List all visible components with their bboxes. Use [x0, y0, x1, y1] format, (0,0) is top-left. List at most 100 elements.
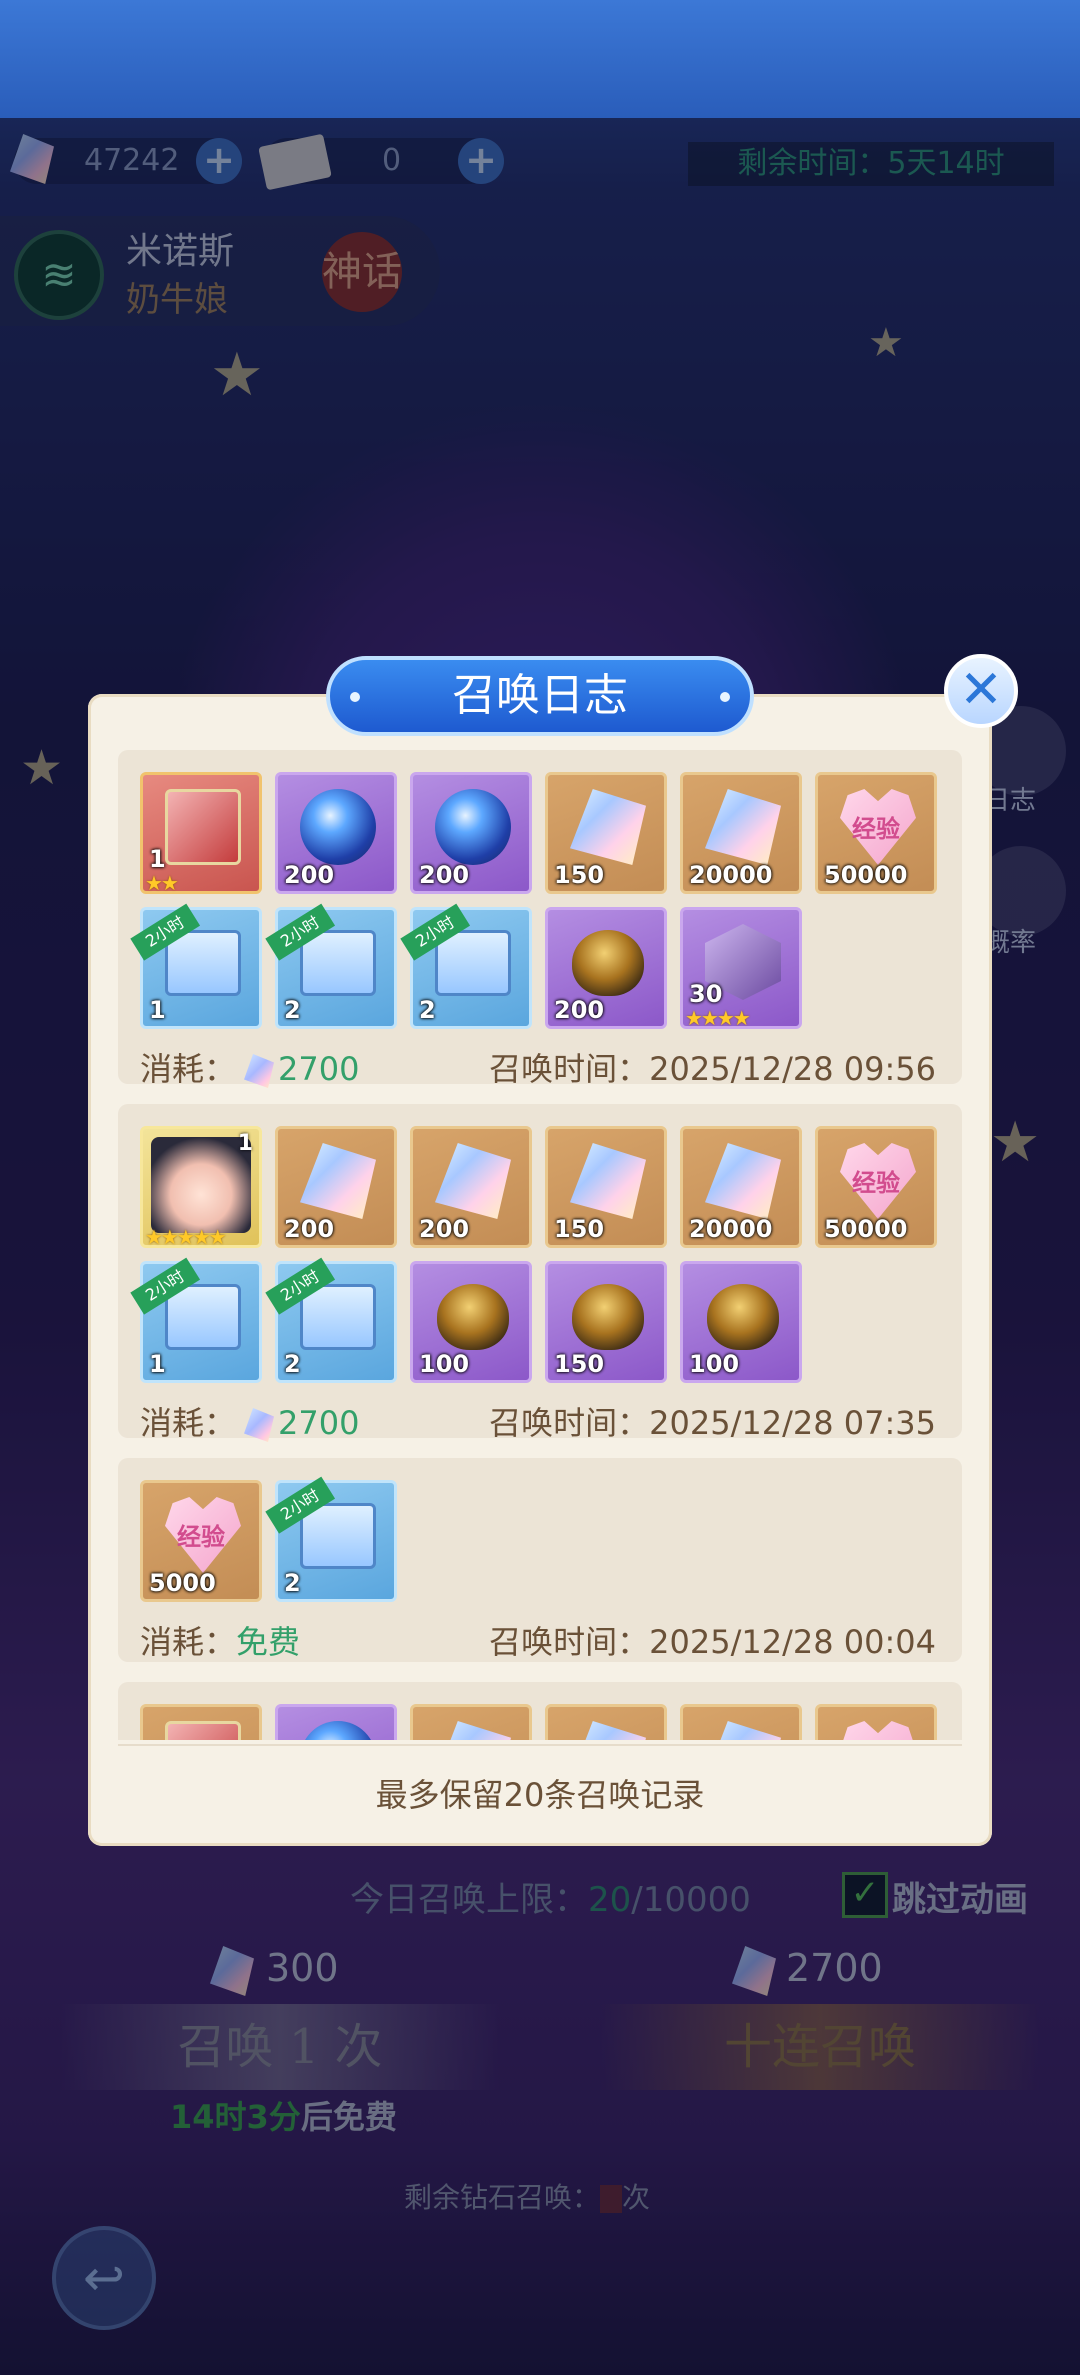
item-quantity: 200	[284, 1215, 335, 1243]
reward-item[interactable]: 2小时 1	[130, 1257, 262, 1383]
close-button[interactable]: ✕	[944, 654, 1018, 728]
reward-item[interactable]: 200	[410, 772, 532, 894]
item-quantity: 1	[149, 996, 166, 1024]
reward-item[interactable]: 2小时 2	[265, 903, 397, 1029]
summon-record: 1 ★★★★★ 200 200 150 20000 经验 50000 2小时 1 2小时 2 100 15…	[118, 1104, 962, 1442]
egg-icon	[707, 1284, 779, 1350]
reward-item[interactable]: 经验 50000	[815, 772, 937, 894]
reward-item[interactable]: 1 ★★★★★	[140, 1126, 262, 1249]
crystal-icon	[705, 789, 781, 865]
reward-item[interactable]: 200	[410, 1126, 532, 1248]
cost-value: 2700	[278, 1050, 360, 1088]
item-quantity: 20000	[689, 1215, 773, 1243]
diamond-icon	[244, 1408, 275, 1442]
reward-item[interactable]: 经验 5000	[140, 1480, 262, 1602]
star-rating: ★★★★	[685, 1006, 751, 1030]
modal-title-bar: 召唤日志	[326, 656, 754, 736]
exp-label: 经验	[852, 815, 900, 843]
item-quantity: 200	[284, 861, 335, 889]
diamond-icon	[244, 1054, 275, 1088]
title-ornament	[720, 692, 730, 702]
crystal-icon	[705, 1721, 781, 1740]
reward-item[interactable]: 100	[680, 1261, 802, 1383]
box-icon	[165, 789, 241, 865]
hero-count: 1	[237, 1131, 253, 1156]
crystal-icon	[300, 1143, 376, 1219]
item-quantity: 2	[284, 996, 301, 1024]
reward-item[interactable]: 200	[275, 1126, 397, 1248]
cost-label: 消耗：	[140, 1623, 237, 1661]
item-quantity: 150	[554, 1215, 605, 1243]
reward-item[interactable]: 2小时 2	[265, 1476, 397, 1602]
item-quantity: 200	[419, 861, 470, 889]
time-label: 召唤时间：	[489, 1404, 650, 1442]
reward-item[interactable]: 2小时 1	[130, 903, 262, 1029]
reward-item[interactable]	[815, 1704, 937, 1740]
reward-item[interactable]: 20000	[680, 1126, 802, 1248]
record-time: 召唤时间：2025/12/28 07:35	[489, 1398, 936, 1444]
item-quantity: 150	[554, 1350, 605, 1378]
modal-divider	[118, 1744, 962, 1746]
crystal-icon	[570, 1721, 646, 1740]
item-quantity: 1	[149, 845, 166, 873]
reward-item[interactable]	[410, 1704, 532, 1740]
time-value: 2025/12/28 00:04	[649, 1623, 936, 1661]
reward-item[interactable]: 经验 50000	[815, 1126, 937, 1248]
item-quantity: 150	[554, 861, 605, 889]
item-quantity: 100	[689, 1350, 740, 1378]
orb-icon	[300, 789, 376, 865]
time-label: 召唤时间：	[489, 1623, 650, 1661]
item-quantity: 30	[689, 980, 723, 1008]
reward-item[interactable]	[680, 1704, 802, 1740]
close-icon: ✕	[959, 660, 1003, 720]
item-quantity: 2	[419, 996, 436, 1024]
egg-icon	[437, 1284, 509, 1350]
record-time: 召唤时间：2025/12/28 09:56	[489, 1044, 936, 1090]
exp-label: 经验	[852, 1169, 900, 1197]
reward-item[interactable]: 200	[275, 772, 397, 894]
time-label: 召唤时间：	[489, 1050, 650, 1088]
cost-label: 消耗：	[140, 1404, 237, 1442]
box-icon	[165, 1721, 241, 1740]
record-cost: 消耗：免费	[140, 1617, 300, 1663]
crystal-icon	[435, 1143, 511, 1219]
item-quantity: 200	[554, 996, 605, 1024]
time-value: 2025/12/28 07:35	[649, 1404, 936, 1442]
heart-icon	[840, 1721, 916, 1740]
item-quantity: 200	[419, 1215, 470, 1243]
record-limit-note: 最多保留20条召唤记录	[375, 1776, 705, 1814]
item-quantity: 5000	[149, 1569, 216, 1597]
reward-item[interactable]: 20000	[680, 772, 802, 894]
reward-item[interactable]: 150	[545, 1126, 667, 1248]
crystal-icon	[570, 789, 646, 865]
item-quantity: 50000	[824, 861, 908, 889]
reward-item[interactable]: 100	[410, 1261, 532, 1383]
exp-label: 经验	[177, 1523, 225, 1551]
cost-value: 免费	[236, 1623, 301, 1661]
summon-record-list[interactable]: ★★ 1 200 200 150 20000 经验 50000 2小时 1 2小时 2 2小时 2 200 ★…	[118, 750, 962, 1740]
orb-icon	[300, 1721, 376, 1740]
reward-item[interactable]: ★★ 1	[140, 772, 262, 895]
reward-item[interactable]	[545, 1704, 667, 1740]
item-quantity: 2	[284, 1569, 301, 1597]
reward-item[interactable]: 2小时 2	[400, 903, 532, 1029]
reward-item[interactable]: ★★★★ 30	[680, 907, 802, 1030]
item-quantity: 20000	[689, 861, 773, 889]
record-cost: 消耗： 2700	[140, 1044, 359, 1090]
time-value: 2025/12/28 09:56	[649, 1050, 936, 1088]
reward-item[interactable]: 2小时 2	[265, 1257, 397, 1383]
face-icon	[151, 1137, 251, 1233]
reward-item[interactable]: 150	[545, 772, 667, 894]
reward-item[interactable]	[275, 1704, 397, 1740]
reward-item[interactable]: 200	[545, 907, 667, 1029]
reward-item[interactable]	[140, 1704, 262, 1740]
star-rating: ★★	[145, 871, 179, 895]
record-time: 召唤时间：2025/12/28 00:04	[489, 1617, 936, 1663]
egg-icon	[572, 930, 644, 996]
reward-item[interactable]: 150	[545, 1261, 667, 1383]
crystal-icon	[570, 1143, 646, 1219]
star-rating: ★★★★★	[145, 1225, 227, 1249]
orb-icon	[435, 789, 511, 865]
modal-title: 召唤日志	[452, 670, 628, 721]
summon-record: ★★ 1 200 200 150 20000 经验 50000 2小时 1 2小时 2 2小时 2 200 ★…	[118, 750, 962, 1088]
